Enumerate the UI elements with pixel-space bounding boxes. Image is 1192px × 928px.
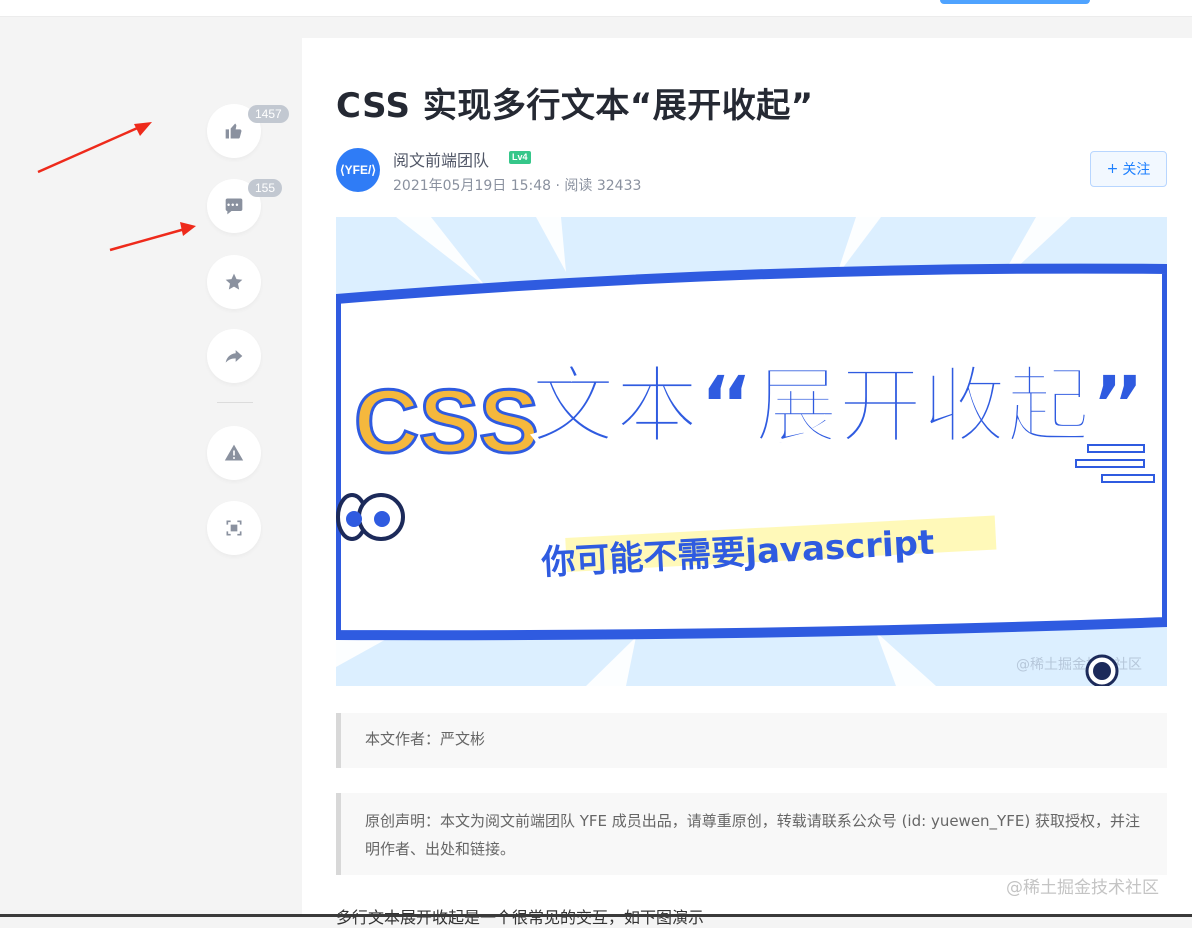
- share-button[interactable]: [207, 329, 261, 383]
- focus-icon: [224, 518, 244, 538]
- page-watermark: @稀土掘金技术社区: [1006, 873, 1159, 898]
- report-button[interactable]: [207, 426, 261, 480]
- article-title: CSS 实现多行文本“展开收起”: [336, 78, 814, 127]
- thumbs-up-icon: [224, 121, 244, 141]
- warning-icon: [224, 443, 244, 463]
- cover-headline-left: CSS: [354, 372, 539, 472]
- author-level-badge: Lv4: [509, 151, 531, 164]
- author-name[interactable]: 阅文前端团队: [393, 147, 489, 171]
- top-accent-bar: [940, 0, 1090, 4]
- annotation-arrows: [30, 110, 210, 260]
- author-avatar[interactable]: ⟨YFE/⟩: [336, 148, 380, 192]
- cover-headline-right: 文本“展开收起”: [531, 357, 1145, 455]
- quote-statement: 原创声明：本文为阅文前端团队 YFE 成员出品，请尊重原创，转载请联系公众号 (…: [336, 793, 1167, 875]
- cartoon-eyes: [338, 495, 403, 539]
- cover-watermark: @稀土掘金技术社区: [1016, 657, 1142, 673]
- quote-statement-text: 原创声明：本文为阅文前端团队 YFE 成员出品，请尊重原创，转载请联系公众号 (…: [365, 812, 1140, 858]
- comment-count-badge: 155: [248, 179, 282, 197]
- star-icon: [224, 272, 244, 292]
- focus-mode-button[interactable]: [207, 501, 261, 555]
- collect-button[interactable]: [207, 255, 261, 309]
- rail-divider: [217, 402, 253, 403]
- like-count-badge: 1457: [248, 105, 289, 123]
- follow-label: 关注: [1122, 159, 1150, 179]
- cover-illustration: CSS 文本“展开收起” 你可能不需要javascript @稀土掘金技术社区: [336, 217, 1167, 686]
- share-icon: [224, 346, 244, 366]
- plus-icon: +: [1107, 161, 1119, 177]
- quote-author-text: 本文作者：严文彬: [365, 730, 485, 748]
- quote-author: 本文作者：严文彬: [336, 713, 1167, 768]
- article-panel: CSS 实现多行文本“展开收起” ⟨YFE/⟩ 阅文前端团队 Lv4 2021年…: [302, 38, 1192, 917]
- follow-button[interactable]: + 关注: [1090, 151, 1167, 187]
- article-meta: 2021年05月19日 15:48 · 阅读 32433: [393, 175, 641, 195]
- comment-icon: [224, 196, 244, 216]
- cover-image: CSS 文本“展开收起” 你可能不需要javascript @稀土掘金技术社区: [336, 217, 1167, 686]
